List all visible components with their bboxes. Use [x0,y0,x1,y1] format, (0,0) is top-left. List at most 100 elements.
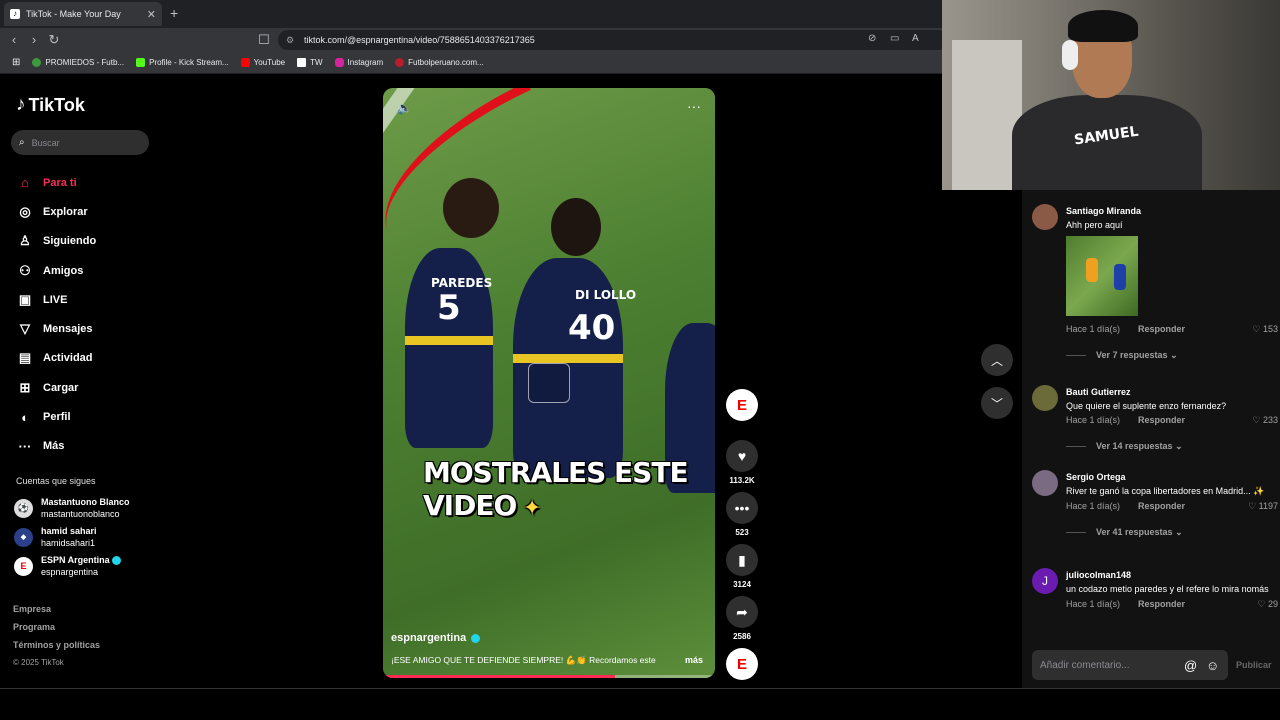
next-video-button[interactable]: ﹀ [981,387,1013,419]
kick-icon [136,58,146,67]
forward-icon[interactable]: › [26,32,42,48]
sidebar-item-actividad[interactable]: ▤ Actividad [16,344,96,373]
view-replies-button[interactable]: Ver 14 respuestas ⌄ [1066,439,1278,453]
caption-more-button[interactable]: más [685,655,703,665]
comment-image[interactable] [1066,236,1138,316]
view-replies-button[interactable]: Ver 7 respuestas ⌄ [1066,348,1278,362]
sidebar-item-siguiendo[interactable]: ♙ Siguiendo [16,227,96,256]
comment-time: Hace 1 día(s) [1066,599,1121,609]
sidebar: ♪ TikTok ⌕ Buscar ⌂ Para ti ◎ Explorar ♙ Si… [0,76,165,688]
sound-disc-button[interactable]: E [726,648,758,680]
following-account[interactable]: ⚽ Mastantuono Blanco mastantuonoblanco [14,496,130,520]
comment-button[interactable]: ••• 523 [726,492,758,537]
sidebar-item-label: Actividad [43,352,93,365]
sidebar-item-mas[interactable]: ··· Más [16,432,96,461]
site-info-icon[interactable]: ⚙ [286,35,296,46]
bookmark-futbolperuano[interactable]: Futbolperuano.com... [395,58,484,67]
save-button[interactable]: ▮ 3124 [726,544,758,589]
jersey-number-right: 40 [568,308,616,348]
tiktok-note-icon: ♪ [16,94,26,115]
following-account[interactable]: E ESPN Argentina espnargentina [14,554,121,578]
previous-video-button[interactable]: ︿ [981,344,1013,376]
account-handle: hamidsahari1 [41,538,96,548]
sidebar-item-label: Más [43,440,65,453]
chevron-up-icon: ︿ [990,353,1003,368]
avatar[interactable]: J [1032,568,1058,594]
bookmark-label: PROMIEDOS - Futb... [45,58,125,67]
back-icon[interactable]: ‹ [6,32,22,48]
image-figure [1086,258,1098,282]
bookmark-label: Futbolperuano.com... [408,58,484,67]
new-tab-button[interactable]: + [170,5,178,21]
bookmark-promiedos[interactable]: PROMIEDOS - Futb... [32,58,124,67]
bookmark-tw[interactable]: TW [297,58,323,67]
avatar[interactable] [1032,385,1058,411]
sidebar-item-cargar[interactable]: ⊞ Cargar [16,373,96,402]
video-player[interactable]: PAREDES 5 DI LOLLO 40 🔈 ··· MOSTRALES ES… [383,88,715,678]
add-comment-input[interactable]: Añadir comentario... @ ☺ [1032,650,1228,680]
reply-button[interactable]: Responder [1138,597,1185,611]
reply-button[interactable]: Responder [1138,322,1185,336]
tiktok-logo[interactable]: ♪ TikTok [16,94,85,116]
bookmark-youtube[interactable]: YouTube [240,58,285,67]
footer-link[interactable]: Empresa [13,600,100,618]
volume-icon[interactable]: 🔈 [397,101,412,115]
account-handle: espnargentina [41,567,99,577]
comment-user[interactable]: Sergio Ortega [1066,470,1278,484]
overlay-text: MOSTRALES ESTE VIDEO [423,456,689,522]
avatar[interactable] [1032,204,1058,230]
address-bar[interactable]: ⚙ tiktok.com/@espnargentina/video/758865… [278,30,948,50]
reply-button[interactable]: Responder [1138,413,1185,427]
mention-icon[interactable]: @ [1184,658,1197,673]
avatar[interactable] [1032,470,1058,496]
comment-user[interactable]: Bauti Gutierrez [1066,385,1278,399]
close-tab-icon[interactable]: ✕ [147,8,156,21]
comment-user[interactable]: juliocolman148 [1066,568,1278,582]
cast-icon[interactable]: ▭ [890,33,899,44]
comment-like-count: 1197 [1258,501,1278,511]
sidebar-item-live[interactable]: ▣ LIVE [16,285,96,314]
chevron-down-icon: ﹀ [990,396,1003,411]
search-icon: ⌕ [19,137,25,148]
sidebar-item-para-ti[interactable]: ⌂ Para ti [16,168,96,197]
bookmark-instagram[interactable]: Instagram [334,58,383,67]
heart-icon: ♥ [726,440,758,472]
sidebar-item-mensajes[interactable]: ▽ Mensajes [16,314,96,343]
sidebar-item-explorar[interactable]: ◎ Explorar [16,197,96,226]
comment-like-button[interactable]: ♡ 1197 [1248,499,1278,513]
sidebar-item-label: Perfil [43,411,71,424]
play-pause-button[interactable] [528,363,570,403]
live-icon: ▣ [18,291,32,307]
search-input[interactable]: ⌕ Buscar [11,130,149,155]
like-button[interactable]: ♥ 113.2K [726,440,758,485]
following-account[interactable]: ◆ hamid sahari hamidsahari1 [14,525,97,549]
comment-like-button[interactable]: ♡ 233 [1252,413,1278,427]
video-progress-bar[interactable] [383,675,715,678]
video-author[interactable]: espnargentina [391,632,481,644]
view-replies-button[interactable]: Ver 41 respuestas ⌄ [1066,525,1278,539]
share-button[interactable]: ➦ 2586 [726,596,758,641]
bookmark-label: Profile - Kick Stream... [149,58,229,67]
browser-tab[interactable]: ♪ TikTok - Make Your Day ✕ [4,2,162,26]
apps-icon[interactable]: ⊞ [12,57,20,68]
comment-user[interactable]: Santiago Miranda [1066,204,1278,218]
jersey-stripe [513,354,623,363]
publish-button[interactable]: Publicar [1236,660,1272,670]
footer-link[interactable]: Programa [13,618,100,636]
reload-icon[interactable]: ↻ [46,32,62,48]
comment-like-button[interactable]: ♡ 153 [1252,322,1278,336]
bookmark-kick[interactable]: Profile - Kick Stream... [136,58,229,67]
eye-off-icon[interactable]: ⊘ [868,33,876,44]
reply-button[interactable]: Responder [1138,499,1185,513]
emoji-icon[interactable]: ☺ [1206,658,1219,673]
author-avatar-button[interactable]: E [726,389,758,421]
more-options-icon[interactable]: ··· [687,98,701,114]
sidebar-item-perfil[interactable]: ◐ Perfil [16,402,96,431]
footer-link[interactable]: Términos y políticas [13,636,100,654]
comment-like-button[interactable]: ♡ 29 [1257,597,1278,611]
sidebar-item-label: Cargar [43,381,79,394]
comment-like-count: 29 [1267,599,1278,609]
bookmark-star-icon[interactable]: ☐ [256,32,272,48]
translate-icon[interactable]: A [912,33,919,44]
sidebar-item-amigos[interactable]: ⚇ Amigos [16,256,96,285]
